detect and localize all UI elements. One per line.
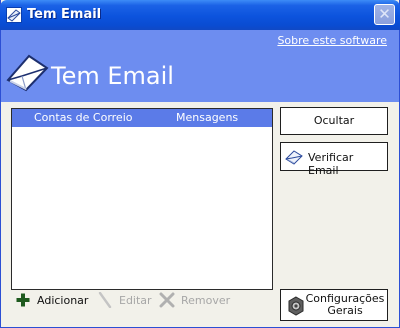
title-bar[interactable]: Tem Email ✕ bbox=[0, 0, 400, 30]
mail-logo-icon bbox=[6, 54, 49, 92]
check-email-button[interactable]: Verificar Email bbox=[280, 142, 388, 177]
window-title: Tem Email bbox=[27, 7, 102, 22]
column-header-accounts[interactable]: Contas de Correio bbox=[34, 111, 132, 124]
settings-label-line2: Gerais bbox=[327, 304, 363, 317]
edit-label: Editar bbox=[119, 294, 152, 307]
about-software-link[interactable]: Sobre este software bbox=[277, 34, 387, 47]
general-settings-button[interactable]: Configurações Gerais bbox=[280, 289, 388, 321]
close-icon: ✕ bbox=[378, 5, 391, 23]
settings-label: Configurações Gerais bbox=[305, 293, 385, 317]
app-title: Tem Email bbox=[51, 62, 174, 90]
add-icon bbox=[16, 293, 30, 307]
check-mail-icon bbox=[285, 150, 303, 165]
column-header-messages[interactable]: Mensagens bbox=[176, 111, 238, 124]
remove-icon bbox=[159, 292, 175, 308]
app-mail-icon bbox=[6, 7, 22, 23]
hide-button-label: Ocultar bbox=[313, 114, 355, 127]
close-button[interactable]: ✕ bbox=[374, 4, 395, 25]
add-label: Adicionar bbox=[37, 294, 89, 307]
check-email-label: Verificar Email bbox=[308, 151, 354, 177]
main-window: Tem Email ✕ Sobre este software Tem Emai… bbox=[0, 0, 400, 328]
hide-button[interactable]: Ocultar bbox=[280, 107, 388, 135]
header-banner: Sobre este software Tem Email bbox=[1, 30, 399, 102]
settings-icon bbox=[288, 296, 304, 316]
list-header: Contas de Correio Mensagens bbox=[12, 109, 272, 127]
edit-icon bbox=[98, 292, 112, 308]
remove-label: Remover bbox=[181, 294, 231, 307]
accounts-list[interactable]: Contas de Correio Mensagens bbox=[11, 108, 273, 290]
